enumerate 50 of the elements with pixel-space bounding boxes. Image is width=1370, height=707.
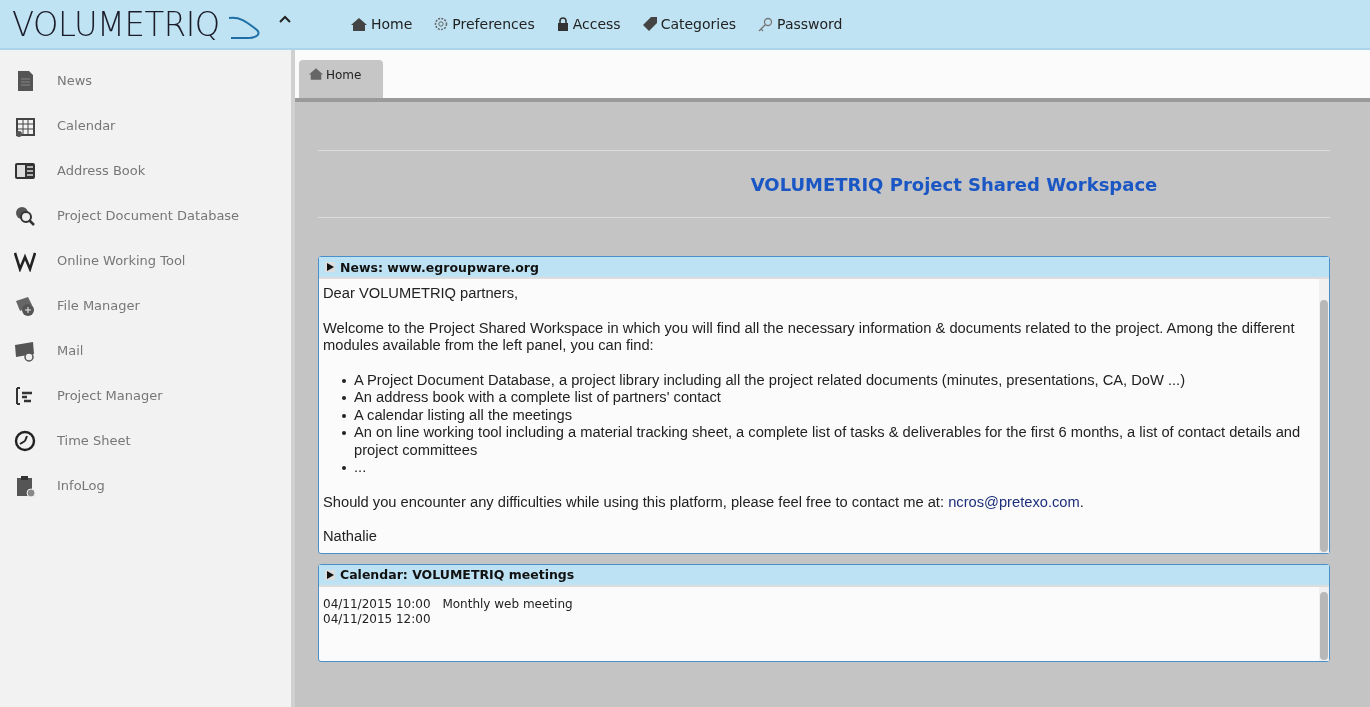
nav-link[interactable]: Home [351,16,413,32]
sidebar-item[interactable]: Time Sheet [0,418,291,463]
scrollbar[interactable] [1319,279,1329,553]
tag-icon [642,17,657,31]
lock-icon [556,17,569,31]
list-item: A calendar listing all the meetings [342,406,1311,424]
list-item: An on line working tool including a material tracking sheet, a complete list of tasks & deliverables for the first 6 months, a list of contact details and project committees [342,424,1311,459]
gear-icon [434,17,449,31]
sidebar-item[interactable]: Address Book [0,148,291,193]
logo-text: VOLUMETRIQ [12,4,220,44]
caret-up-icon[interactable] [278,15,291,23]
sidebar-item[interactable]: Online Working Tool [0,238,291,283]
tab[interactable]: Home [299,60,384,98]
panel-header[interactable]: News: www.egroupware.org [319,257,1329,278]
intro-paragraph: Welcome to the Project Shared Workspace in which you will find all the necessary information & documents related to the project. Among the different modules available from the left panel, you can find: [323,319,1296,355]
key-icon [758,16,774,32]
event-title[interactable]: Monthly web meeting [442,596,573,611]
panel-title: Calendar: VOLUMETRIQ meetings [340,567,575,582]
event-time: 04/11/2015 10:00 [323,596,431,611]
scrollbar[interactable] [1319,586,1329,661]
nav-link[interactable]: Preferences [434,16,535,32]
list-item: A Project Document Database, a project library including all the project related documents (minutes, presentations, CA, DoW ...) [342,371,1311,389]
triangle-right-icon [325,262,335,272]
event-time: 04/11/2015 12:00 [323,611,431,626]
clip-icon [14,474,36,497]
search-icon [14,204,36,227]
sidebar-item[interactable]: News [0,58,291,103]
panel-header[interactable]: Calendar: VOLUMETRIQ meetings [319,564,1329,586]
sidebar-item[interactable]: Mail [0,328,291,373]
panel-title: News: www.egroupware.org [340,259,539,275]
logo-swoosh-icon [226,14,261,40]
list-item: ... [342,459,1311,477]
house-icon [351,17,367,31]
sidebar-item[interactable]: File Manager [0,283,291,328]
greeting-text: Dear VOLUMETRIQ partners, [323,285,520,303]
nav-link[interactable]: Categories [642,16,737,32]
email-link[interactable]: ncros@pretexo.com [948,493,1080,510]
signature-text: Nathalie [323,528,378,546]
nav-link[interactable]: Password [758,16,843,32]
sidebar-item[interactable]: Project Document Database [0,193,291,238]
house-icon [309,68,323,80]
triangle-right-icon [325,569,335,580]
contact-paragraph: Should you encounter any difficulties while using this platform, please feel free to contact me at: ncros@pretexo.com. [323,493,1085,511]
page-title: VOLUMETRIQ Project Shared Workspace [750,173,1158,195]
sidebar-item[interactable]: Calendar [0,103,291,148]
sidebar-item[interactable]: InfoLog [0,463,291,508]
nav-link[interactable]: Access [556,16,621,32]
list-item: An address book with a complete list of partners' contact [342,389,1311,407]
clock-icon [14,429,36,452]
sidebar-item[interactable]: Project Manager [0,373,291,418]
